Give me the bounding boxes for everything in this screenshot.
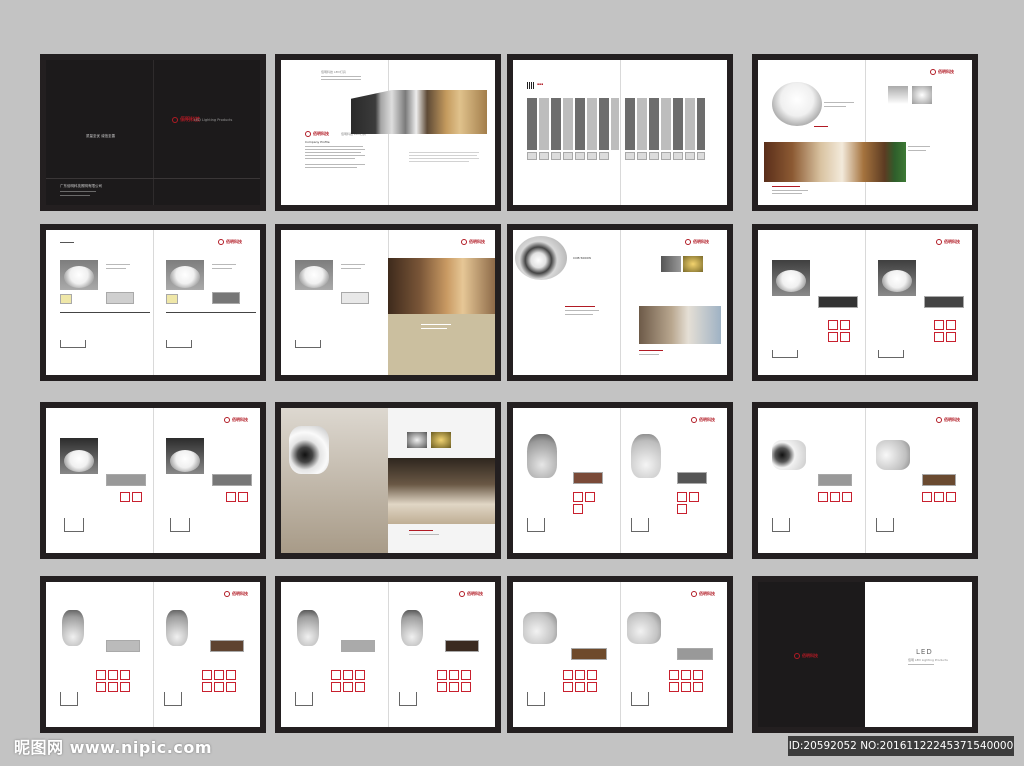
downlight-image — [882, 270, 912, 292]
showroom-photo — [764, 142, 906, 182]
interior-photo — [388, 258, 495, 314]
logo-ring-icon — [172, 116, 178, 123]
profile-photo-strip — [351, 90, 487, 134]
qr-code-icon — [527, 82, 534, 89]
cover-subtitle: LED Lighting Products — [194, 118, 233, 122]
spread-11-track-products[interactable]: 佰明科技 — [507, 402, 733, 559]
track-light-image — [876, 440, 910, 470]
spread-15-track-products[interactable]: 佰明科技 — [507, 576, 733, 733]
cover-slogan: 质量至优 诚信至善 — [86, 134, 116, 138]
downlight-image — [64, 450, 94, 472]
spread-9-downlight-products[interactable]: 佰明科技 — [40, 402, 266, 559]
spread-4-downlight-intro[interactable]: 佰明科技 — [752, 54, 978, 211]
office-photo — [639, 306, 721, 344]
downlight-hero-image — [772, 82, 822, 126]
downlight-image — [170, 266, 200, 288]
spread-16-back-cover[interactable]: 佰明科技 LED 佰明 LED Lighting Products — [752, 576, 978, 733]
track-light-image — [166, 610, 188, 646]
profile-heading: Company Profile — [305, 140, 330, 144]
back-cover-title: LED — [916, 648, 933, 656]
back-cover-logo: 佰明科技 — [794, 652, 818, 659]
nipic-watermark: 昵图网 www.nipic.com — [14, 738, 212, 757]
spotlight-hero-image — [289, 426, 329, 474]
cob-downlight-image — [515, 236, 567, 280]
downlight-image — [170, 450, 200, 472]
spread-3-product-index[interactable]: ▪▪▪ — [507, 54, 733, 211]
downlight-image — [64, 266, 94, 288]
spread-14-track-products[interactable]: 佰明科技 — [275, 576, 501, 733]
image-id-bar: ID:20592052 NO:20161122245371540000 — [788, 736, 1014, 756]
track-light-image — [401, 610, 423, 646]
track-light-image — [62, 610, 84, 646]
track-light-image — [772, 440, 806, 470]
downlight-image — [299, 266, 329, 288]
page-logo: 佰明科技 — [930, 68, 954, 75]
track-light-image — [631, 434, 661, 478]
profile-logo: 佰明科技 — [305, 130, 329, 137]
track-light-image — [297, 610, 319, 646]
spread-7-cob-intro[interactable]: 佰明科技 COB 5000W — [507, 224, 733, 381]
downlight-image — [776, 270, 806, 292]
back-cover-sub: 佰明 LED Lighting Products — [908, 658, 948, 662]
spread-6-downlight-scene[interactable]: 佰明科技 — [275, 224, 501, 381]
track-light-image — [523, 612, 557, 644]
track-light-image — [527, 434, 557, 478]
spread-10-spotlight-intro[interactable] — [275, 402, 501, 559]
spread-2-company-profile[interactable]: 佰明科技 LED灯具 佰明科技 佰明科技 LED灯具 Company Profi… — [275, 54, 501, 211]
spread-12-track-products[interactable]: 佰明科技 — [752, 402, 978, 559]
profile-header-tag: 佰明科技 LED灯具 — [321, 70, 346, 74]
spread-8-downlight-products[interactable]: 佰明科技 — [752, 224, 978, 381]
track-light-image — [627, 612, 661, 644]
cover-company: 广东佰明科技照明有限公司 — [60, 184, 102, 188]
living-room-photo — [388, 458, 495, 524]
spread-5-downlight-products[interactable]: 佰明科技 — [40, 224, 266, 381]
spread-13-track-products[interactable]: 佰明科技 — [40, 576, 266, 733]
spread-1-front-cover[interactable]: 质量至优 诚信至善 广东佰明科技照明有限公司 佰明科技 LED Lighting… — [40, 54, 266, 211]
